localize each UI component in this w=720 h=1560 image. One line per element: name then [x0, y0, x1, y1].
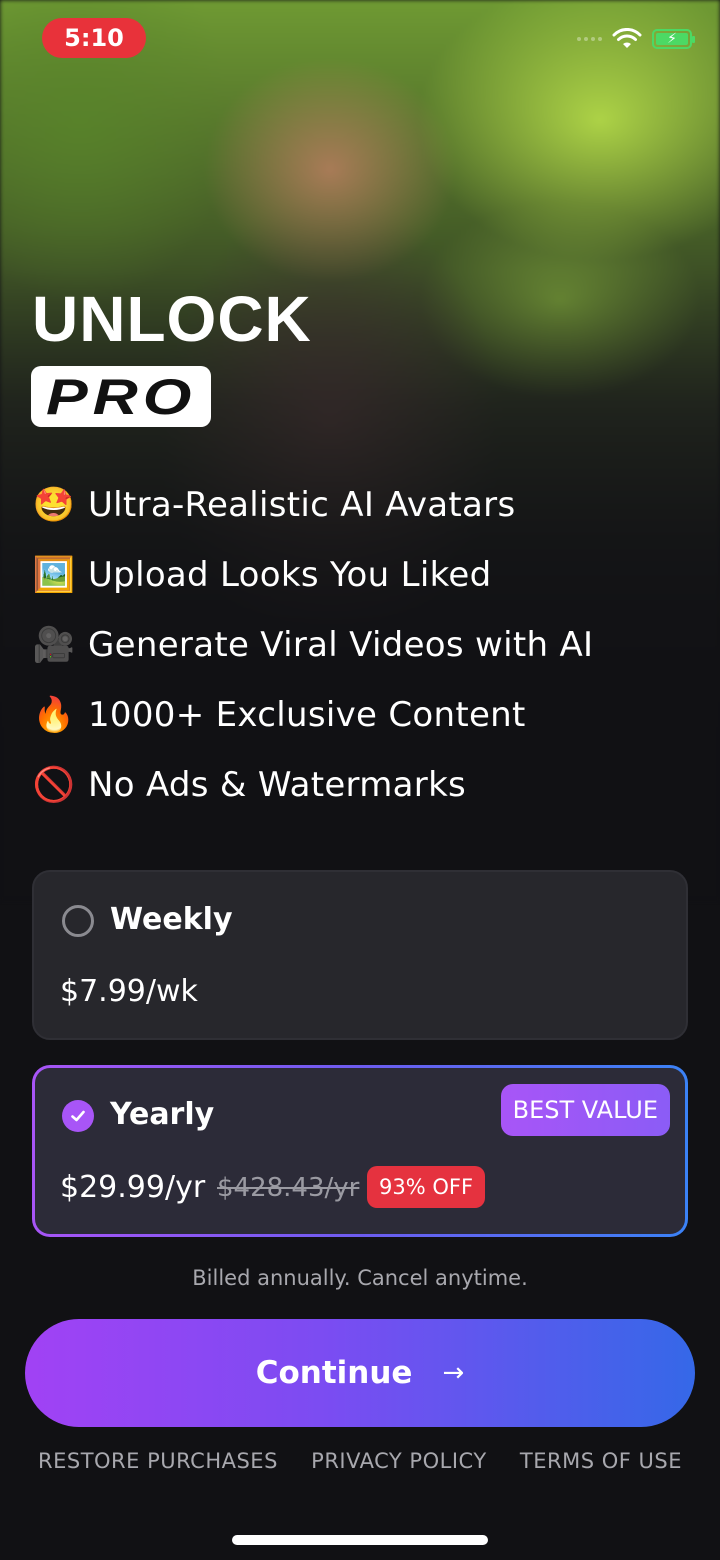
plan-option-weekly[interactable]: Weekly $7.99/wk: [32, 870, 688, 1040]
no-entry-icon: 🚫: [32, 765, 76, 805]
plan-price: $7.99/wk: [60, 974, 198, 1009]
battery-charging-icon: ⚡: [652, 29, 695, 49]
pro-badge: PRO: [31, 366, 211, 427]
radio-checked-icon[interactable]: [62, 1100, 94, 1132]
plan-price: $29.99/yr: [60, 1170, 206, 1205]
best-value-badge: BEST VALUE: [500, 1084, 670, 1136]
original-price: $428.43/yr: [217, 1173, 360, 1203]
plan-name: Weekly: [110, 902, 233, 937]
signal-icon: [577, 37, 602, 41]
radio-unselected-icon[interactable]: [62, 905, 94, 937]
continue-button-label: Continue: [255, 1355, 413, 1391]
feature-text: Upload Looks You Liked: [88, 555, 492, 595]
plan-name: Yearly: [110, 1097, 215, 1132]
plan-option-yearly[interactable]: Yearly BEST VALUE $29.99/yr $428.43/yr 9…: [32, 1065, 688, 1237]
home-indicator: [232, 1535, 488, 1545]
arrow-right-icon: →: [442, 1358, 465, 1388]
feature-text: No Ads & Watermarks: [88, 765, 467, 805]
footer-links: RESTORE PURCHASES PRIVACY POLICY TERMS O…: [0, 1449, 720, 1473]
framed-picture-icon: 🖼️: [32, 555, 76, 595]
feature-item: 🤩 Ultra-Realistic AI Avatars: [32, 470, 692, 540]
feature-item: 🚫 No Ads & Watermarks: [32, 750, 692, 820]
discount-badge: 93% OFF: [367, 1166, 486, 1208]
terms-of-use-link[interactable]: TERMS OF USE: [520, 1449, 682, 1473]
restore-purchases-link[interactable]: RESTORE PURCHASES: [38, 1449, 278, 1473]
movie-camera-icon: 🎥: [32, 625, 76, 665]
feature-list: 🤩 Ultra-Realistic AI Avatars 🖼️ Upload L…: [32, 470, 692, 820]
wifi-icon: [612, 28, 642, 48]
privacy-policy-link[interactable]: PRIVACY POLICY: [311, 1449, 486, 1473]
page-title: UNLOCK: [32, 283, 312, 355]
fire-icon: 🔥: [32, 695, 76, 735]
feature-text: 1000+ Exclusive Content: [88, 695, 526, 735]
feature-text: Ultra-Realistic AI Avatars: [88, 485, 516, 525]
status-time: 5:10: [42, 18, 146, 58]
feature-item: 🖼️ Upload Looks You Liked: [32, 540, 692, 610]
pro-badge-label: PRO: [45, 368, 197, 425]
status-icons: ⚡: [577, 28, 695, 50]
continue-button[interactable]: Continue →: [25, 1319, 695, 1427]
feature-item: 🎥 Generate Viral Videos with AI: [32, 610, 692, 680]
feature-item: 🔥 1000+ Exclusive Content: [32, 680, 692, 750]
feature-text: Generate Viral Videos with AI: [88, 625, 594, 665]
star-struck-icon: 🤩: [32, 485, 76, 525]
billing-note: Billed annually. Cancel anytime.: [192, 1266, 528, 1290]
